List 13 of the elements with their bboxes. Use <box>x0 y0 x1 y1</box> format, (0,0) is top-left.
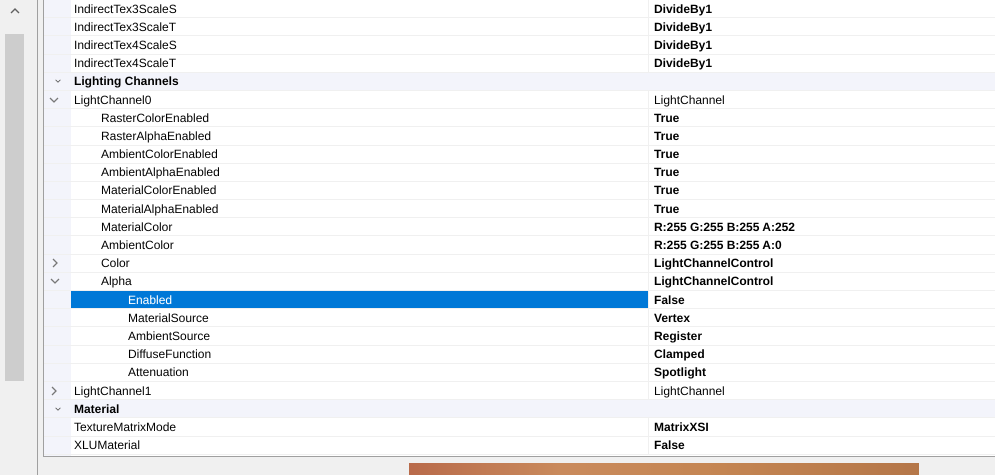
chevron-icon[interactable] <box>49 94 59 105</box>
property-name[interactable]: Enabled <box>71 291 649 308</box>
chevron-icon[interactable] <box>52 406 62 412</box>
property-name[interactable]: XLUMaterial <box>71 436 649 454</box>
category-label[interactable]: Lighting Channels <box>71 74 179 88</box>
category-label[interactable]: Material <box>71 402 120 416</box>
scrollbar-thumb[interactable] <box>5 34 24 381</box>
chevron-icon[interactable] <box>50 258 60 268</box>
chevron-icon[interactable] <box>52 78 62 84</box>
property-name[interactable]: TextureMatrixMode <box>71 418 649 436</box>
scroll-up-icon[interactable] <box>10 8 20 14</box>
chevron-icon[interactable] <box>49 386 59 396</box>
chevron-icon[interactable] <box>50 276 60 286</box>
